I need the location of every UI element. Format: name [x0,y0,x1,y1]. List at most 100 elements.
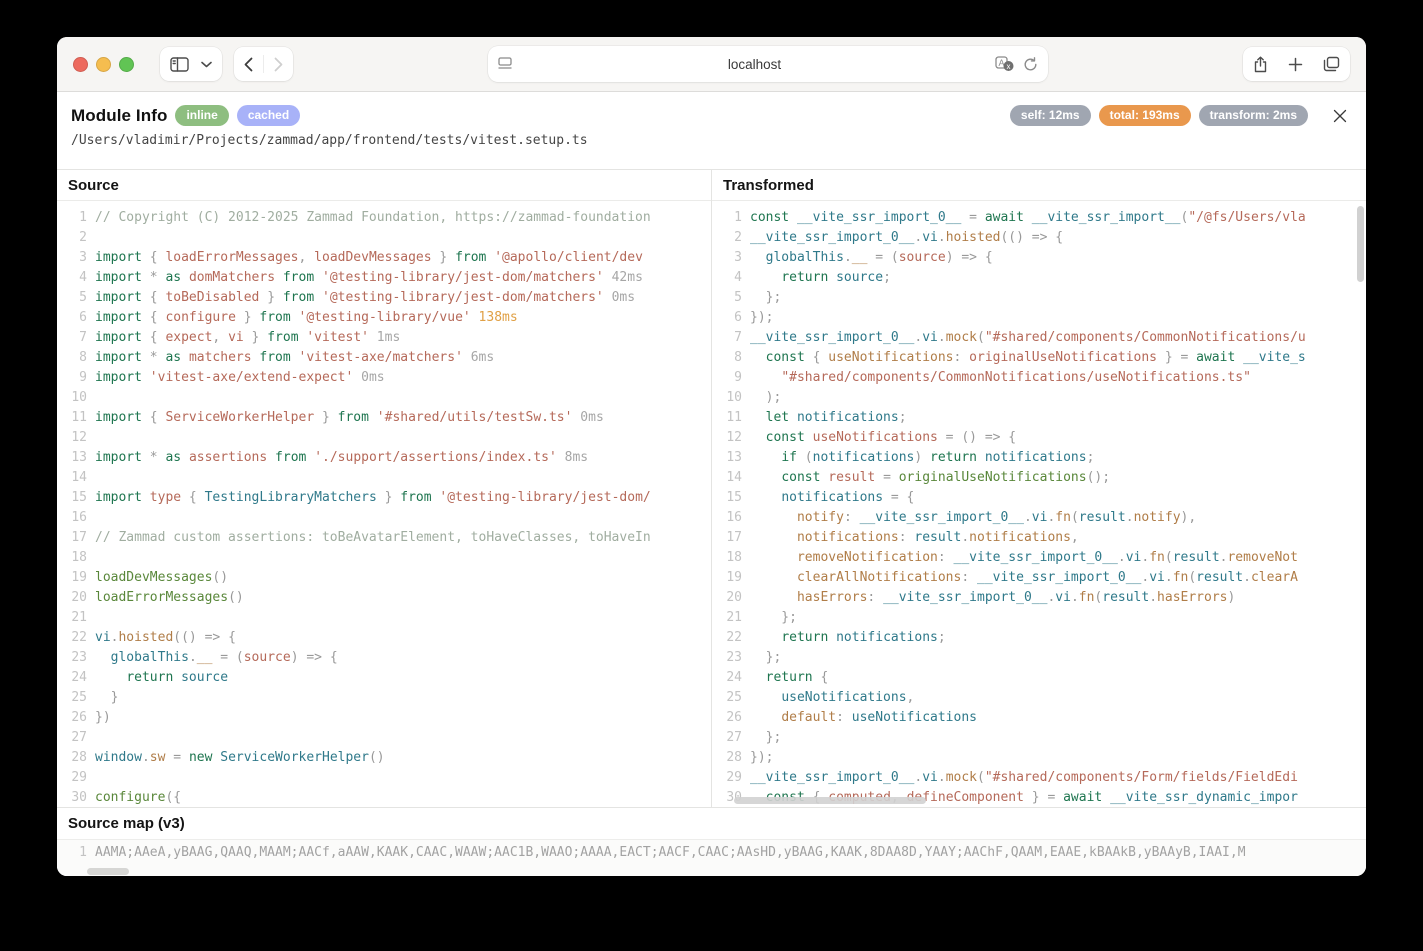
code-line: 23 globalThis.__ = (source) => { [57,648,711,668]
code-line: 4 return source; [712,268,1366,288]
chevron-down-icon [201,61,212,68]
code-line: 16 notify: __vite_ssr_import_0__.vi.fn(r… [712,508,1366,528]
code-line: 12 const useNotifications = () => { [712,428,1366,448]
tab-overview-button[interactable] [1313,47,1350,81]
line-number: 13 [712,448,750,468]
code-line: 27 [57,728,711,748]
share-button[interactable] [1243,47,1278,81]
line-number: 9 [57,368,95,388]
share-icon [1253,56,1268,73]
nav-button-group [234,47,293,81]
code-line: 20 hasErrors: __vite_ssr_import_0__.vi.f… [712,588,1366,608]
sidebar-icon [170,57,189,72]
line-number: 24 [57,668,95,688]
line-number: 28 [712,748,750,768]
source-map-mappings: AAMA;AAeA,yBAAG,QAAQ,MAAM;AACf,aAAW,KAAK… [95,840,1246,876]
line-content: loadErrorMessages() [95,588,244,608]
close-icon [1333,109,1347,123]
vertical-scrollbar-thumb[interactable] [1357,206,1364,282]
code-line: 7__vite_ssr_import_0__.vi.mock("#shared/… [712,328,1366,348]
transformed-code-view[interactable]: 1const __vite_ssr_import_0__ = await __v… [712,201,1366,807]
new-tab-button[interactable] [1278,47,1313,81]
line-number: 18 [57,548,95,568]
timing-self-badge: self: 12ms [1010,105,1091,126]
window-controls [73,57,134,72]
horizontal-scrollbar-thumb[interactable] [734,797,926,804]
code-line: 21 [57,608,711,628]
code-line: 17// Zammad custom assertions: toBeAvata… [57,528,711,548]
line-number: 11 [712,408,750,428]
line-content: __vite_ssr_import_0__.vi.hoisted(() => { [750,228,1063,248]
line-content: import 'vitest-axe/extend-expect' 0ms [95,368,385,388]
line-number: 9 [712,368,750,388]
line-number: 25 [57,688,95,708]
line-content: const __vite_ssr_import_0__ = await __vi… [750,208,1306,228]
traffic-light-minimize[interactable] [96,57,111,72]
module-file-path: /Users/vladimir/Projects/zammad/app/fron… [71,133,1350,148]
timing-total-badge: total: 193ms [1099,105,1191,126]
code-line: 18 [57,548,711,568]
source-map-view[interactable]: 1 AAMA;AAeA,yBAAG,QAAQ,MAAM;AACf,aAAW,KA… [57,839,1366,876]
line-number: 2 [57,228,95,248]
line-number: 5 [712,288,750,308]
code-line: 20loadErrorMessages() [57,588,711,608]
code-line: 17 notifications: result.notifications, [712,528,1366,548]
line-number: 27 [712,728,750,748]
line-number: 22 [57,628,95,648]
code-line: 2__vite_ssr_import_0__.vi.hoisted(() => … [712,228,1366,248]
line-number: 17 [57,528,95,548]
code-line: 9import 'vitest-axe/extend-expect' 0ms [57,368,711,388]
code-line: 28}); [712,748,1366,768]
code-line: 11import { ServiceWorkerHelper } from '#… [57,408,711,428]
code-line: 22vi.hoisted(() => { [57,628,711,648]
line-number: 1 [57,208,95,228]
line-content: }; [750,648,781,668]
line-content: }) [95,708,111,728]
code-line: 7import { expect, vi } from 'vitest' 1ms [57,328,711,348]
code-line: 6}); [712,308,1366,328]
code-line: 24 return { [712,668,1366,688]
source-map-scrollbar-thumb[interactable] [87,868,129,875]
code-panels: Source 1// Copyright (C) 2012-2025 Zamma… [57,169,1366,807]
line-number: 22 [712,628,750,648]
line-number: 2 [712,228,750,248]
code-line: 26}) [57,708,711,728]
code-line: 5 }; [712,288,1366,308]
code-line: 30configure({ [57,788,711,807]
line-number: 21 [57,608,95,628]
source-code-view[interactable]: 1// Copyright (C) 2012-2025 Zammad Found… [57,201,711,807]
code-line: 13 if (notifications) return notificatio… [712,448,1366,468]
sidebar-menu-button[interactable] [199,47,222,81]
line-number: 23 [57,648,95,668]
back-button[interactable] [234,47,263,81]
close-button[interactable] [1330,106,1350,126]
line-number: 6 [712,308,750,328]
reader-icon[interactable] [498,57,514,71]
code-line: 25 } [57,688,711,708]
traffic-light-zoom[interactable] [119,57,134,72]
code-line: 25 useNotifications, [712,688,1366,708]
code-line: 5import { toBeDisabled } from '@testing-… [57,288,711,308]
line-content: import { ServiceWorkerHelper } from '#sh… [95,408,604,428]
svg-text:x: x [1007,62,1011,71]
line-number: 23 [712,648,750,668]
line-number: 15 [712,488,750,508]
reload-icon[interactable] [1023,57,1038,72]
line-content: }; [750,728,781,748]
line-content: // Copyright (C) 2012-2025 Zammad Founda… [95,208,651,228]
line-number: 10 [712,388,750,408]
code-line: 15import type { TestingLibraryMatchers }… [57,488,711,508]
translate-icon[interactable]: A x [995,56,1015,72]
url-bar[interactable]: localhost A x [488,46,1048,82]
line-number: 29 [57,768,95,788]
line-number: 10 [57,388,95,408]
timing-transform-badge: transform: 2ms [1199,105,1308,126]
traffic-light-close[interactable] [73,57,88,72]
sidebar-toggle-button[interactable] [160,47,199,81]
url-text[interactable]: localhost [514,57,995,72]
line-content: notifications: result.notifications, [750,528,1079,548]
forward-button[interactable] [264,47,293,81]
source-map-section: Source map (v3) 1 AAMA;AAeA,yBAAG,QAAQ,M… [57,807,1366,876]
line-number: 28 [57,748,95,768]
line-number: 11 [57,408,95,428]
